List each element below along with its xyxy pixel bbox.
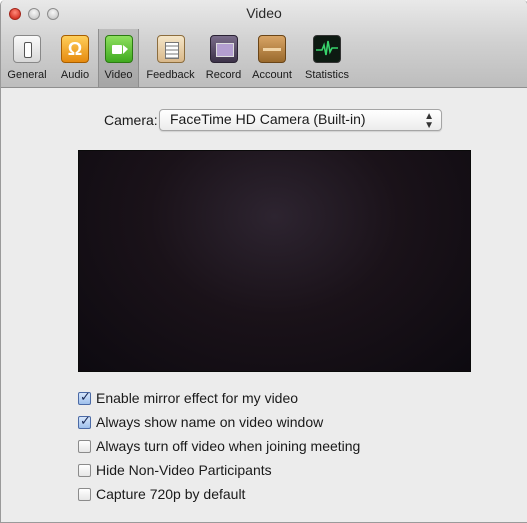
toolbar-video-label: Video xyxy=(104,69,133,81)
toolbar-feedback[interactable]: Feedback xyxy=(140,31,201,84)
chevron-up-down-icon: ▲ ▼ xyxy=(424,111,434,131)
account-wallet-icon xyxy=(258,35,286,63)
toolbar-record[interactable]: Record xyxy=(201,31,246,84)
mirror-effect-checkbox[interactable]: ✓ xyxy=(78,389,91,405)
capture-720p-checkbox[interactable] xyxy=(78,488,91,501)
title-toolbar: Video General Audio Video Feedback Recor… xyxy=(1,0,527,88)
feedback-icon xyxy=(156,35,185,63)
video-preview xyxy=(78,150,471,372)
hide-non-video-checkbox[interactable] xyxy=(78,464,91,477)
toolbar-statistics-label: Statistics xyxy=(304,69,349,81)
turn-off-video-checkbox[interactable] xyxy=(78,440,91,453)
toolbar-audio[interactable]: Audio xyxy=(53,31,97,84)
toolbar-account[interactable]: Account xyxy=(246,31,298,84)
general-icon xyxy=(13,35,41,63)
preferences-window: Video General Audio Video Feedback Recor… xyxy=(0,0,527,523)
toolbar-audio-label: Audio xyxy=(60,69,90,81)
toolbar-statistics[interactable]: Statistics xyxy=(298,31,356,84)
show-name-checkbox[interactable]: ✓ xyxy=(78,413,91,429)
show-name-label: Always show name on video window xyxy=(96,414,324,430)
camera-select[interactable]: FaceTime HD Camera (Built-in) ▲ ▼ xyxy=(159,109,442,131)
toolbar-account-label: Account xyxy=(252,69,292,81)
statistics-icon xyxy=(313,35,341,63)
checkmark-icon: ✓ xyxy=(80,389,91,404)
video-camera-icon xyxy=(104,35,133,63)
checkmark-icon: ✓ xyxy=(80,413,91,428)
toolbar-general-label: General xyxy=(7,69,47,81)
audio-icon xyxy=(61,35,89,63)
camera-select-value: FaceTime HD Camera (Built-in) xyxy=(170,111,366,127)
capture-720p-label: Capture 720p by default xyxy=(96,486,246,502)
toolbar-general[interactable]: General xyxy=(1,31,53,84)
window-title: Video xyxy=(246,5,282,21)
mirror-effect-label: Enable mirror effect for my video xyxy=(96,390,299,406)
record-icon xyxy=(209,35,238,63)
hide-non-video-label: Hide Non-Video Participants xyxy=(96,462,272,478)
toolbar-video[interactable]: Video xyxy=(98,29,139,87)
camera-label: Camera: xyxy=(104,112,158,128)
toolbar-record-label: Record xyxy=(205,69,242,81)
toolbar-feedback-label: Feedback xyxy=(146,69,195,81)
turn-off-video-label: Always turn off video when joining meeti… xyxy=(96,438,361,454)
